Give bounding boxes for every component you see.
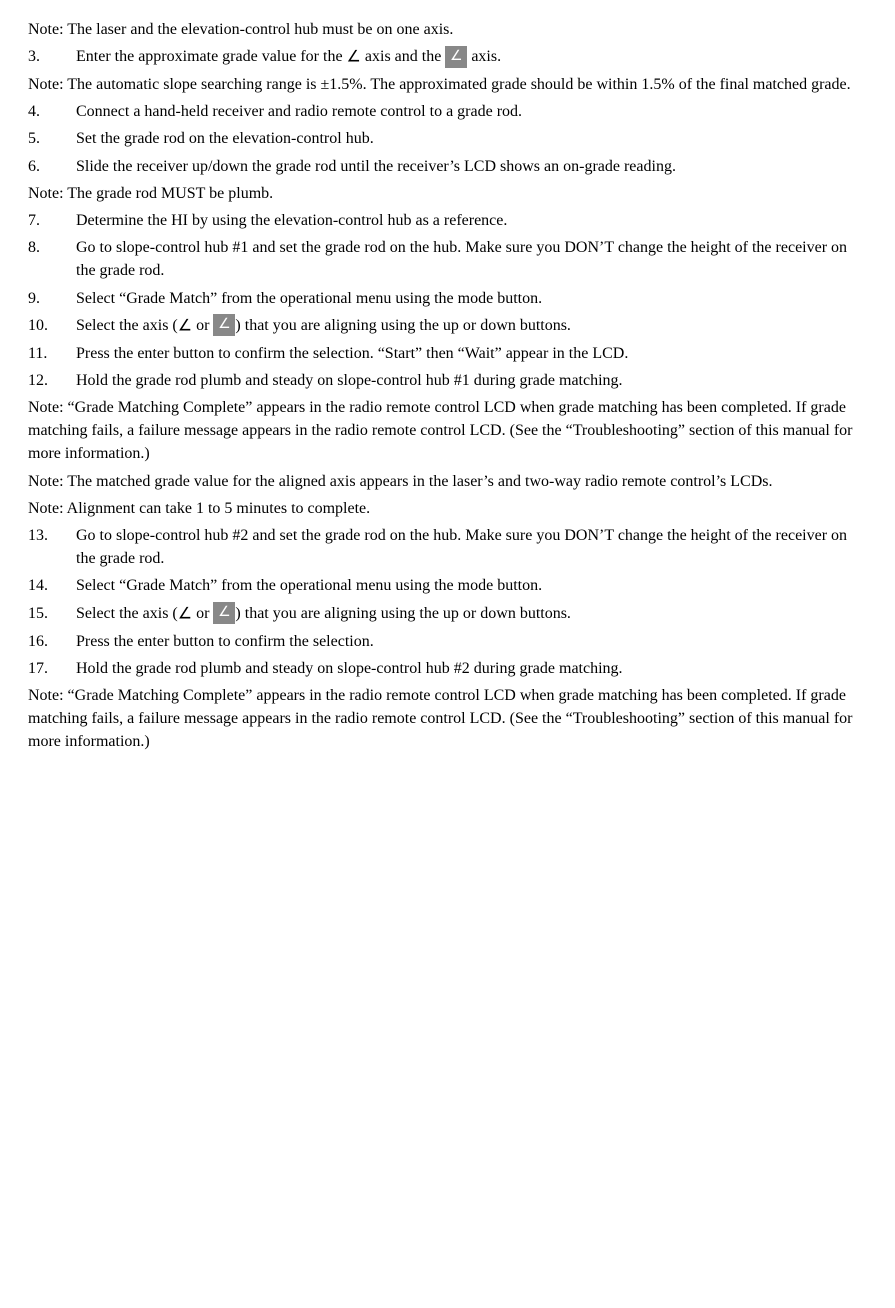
or-text-10: or	[192, 317, 213, 334]
item-num-13: 13.	[28, 524, 76, 570]
angle-icon-3: ∠	[178, 605, 192, 622]
item-num-16: 16.	[28, 630, 76, 653]
list-item-3: 3. Enter the approximate grade value for…	[28, 45, 867, 69]
note-grade-matching-1: Note: “Grade Matching Complete” appears …	[28, 396, 867, 466]
item-text-14: Select “Grade Match” from the operationa…	[76, 574, 867, 597]
item-num-11: 11.	[28, 342, 76, 365]
item-text-9: Select “Grade Match” from the operationa…	[76, 287, 867, 310]
list-item-13: 13. Go to slope-control hub #2 and set t…	[28, 524, 867, 570]
list-item-8: 8. Go to slope-control hub #1 and set th…	[28, 236, 867, 282]
list-item-16: 16. Press the enter button to confirm th…	[28, 630, 867, 653]
item-num-15: 15.	[28, 602, 76, 626]
angle-icon-1: ∠	[347, 49, 361, 66]
document-content: Note: The laser and the elevation-contro…	[28, 18, 867, 753]
list-item-14: 14. Select “Grade Match” from the operat…	[28, 574, 867, 597]
or-text-15: or	[192, 605, 213, 622]
box-icon-3: ∠	[213, 602, 235, 624]
item-text-3: Enter the approximate grade value for th…	[76, 45, 867, 69]
item-num-8: 8.	[28, 236, 76, 282]
item-text-6: Slide the receiver up/down the grade rod…	[76, 155, 867, 178]
note-1: Note: The laser and the elevation-contro…	[28, 18, 867, 41]
list-item-7: 7. Determine the HI by using the elevati…	[28, 209, 867, 232]
list-item-17: 17. Hold the grade rod plumb and steady …	[28, 657, 867, 680]
item-text-7: Determine the HI by using the elevation-…	[76, 209, 867, 232]
item-num-4: 4.	[28, 100, 76, 123]
item-text-12: Hold the grade rod plumb and steady on s…	[76, 369, 867, 392]
note-grade-matching-2: Note: “Grade Matching Complete” appears …	[28, 684, 867, 754]
axis-mid-text-3: axis and the	[361, 48, 445, 65]
item-text-11: Press the enter button to confirm the se…	[76, 342, 867, 365]
list-item-15: 15. Select the axis (∠ or ∠) that you ar…	[28, 602, 867, 626]
list-item-6: 6. Slide the receiver up/down the grade …	[28, 155, 867, 178]
item-text-8: Go to slope-control hub #1 and set the g…	[76, 236, 867, 282]
item-text-17: Hold the grade rod plumb and steady on s…	[76, 657, 867, 680]
item-num-7: 7.	[28, 209, 76, 232]
box-icon-1: ∠	[445, 46, 467, 68]
item-num-14: 14.	[28, 574, 76, 597]
item-num-17: 17.	[28, 657, 76, 680]
note-grade-rod: Note: The grade rod MUST be plumb.	[28, 182, 867, 205]
item-text-4: Connect a hand-held receiver and radio r…	[76, 100, 867, 123]
list-item-5: 5. Set the grade rod on the elevation-co…	[28, 127, 867, 150]
list-item-9: 9. Select “Grade Match” from the operati…	[28, 287, 867, 310]
item-num-5: 5.	[28, 127, 76, 150]
item-text-16: Press the enter button to confirm the se…	[76, 630, 867, 653]
angle-icon-2: ∠	[178, 318, 192, 335]
item-num-6: 6.	[28, 155, 76, 178]
item-num-9: 9.	[28, 287, 76, 310]
item-text-10: Select the axis (∠ or ∠) that you are al…	[76, 314, 867, 338]
note-3: Note: The automatic slope searching rang…	[28, 73, 867, 96]
note-alignment-time: Note: Alignment can take 1 to 5 minutes …	[28, 497, 867, 520]
item-text-5: Set the grade rod on the elevation-contr…	[76, 127, 867, 150]
list-item-12: 12. Hold the grade rod plumb and steady …	[28, 369, 867, 392]
item-num-10: 10.	[28, 314, 76, 338]
list-item-4: 4. Connect a hand-held receiver and radi…	[28, 100, 867, 123]
list-item-10: 10. Select the axis (∠ or ∠) that you ar…	[28, 314, 867, 338]
note-matched-grade: Note: The matched grade value for the al…	[28, 470, 867, 493]
list-item-11: 11. Press the enter button to confirm th…	[28, 342, 867, 365]
item-num-12: 12.	[28, 369, 76, 392]
item-num-3: 3.	[28, 45, 76, 69]
item-text-15: Select the axis (∠ or ∠) that you are al…	[76, 602, 867, 626]
item-text-13: Go to slope-control hub #2 and set the g…	[76, 524, 867, 570]
box-icon-2: ∠	[213, 314, 235, 336]
